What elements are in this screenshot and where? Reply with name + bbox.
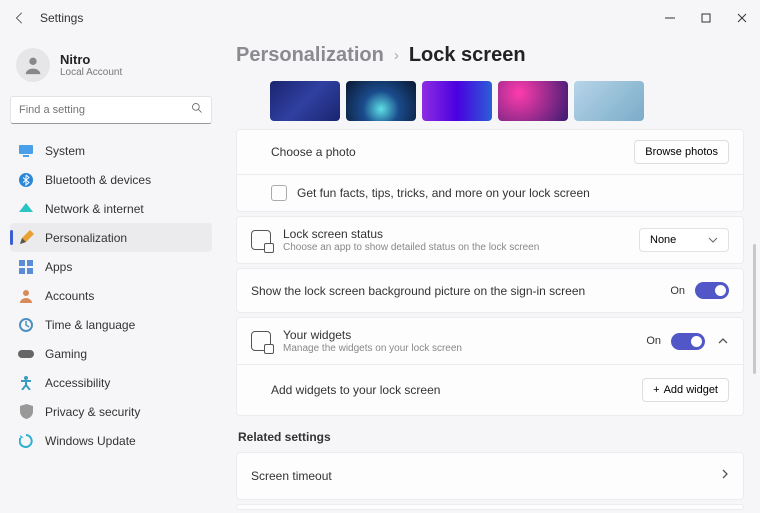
fun-facts-checkbox[interactable] [271,185,287,201]
nav-label: Network & internet [45,202,144,216]
signin-bg-card: Show the lock screen background picture … [236,268,744,313]
add-widget-row: Add widgets to your lock screen +Add wid… [237,364,743,415]
back-button[interactable] [12,10,28,26]
maximize-button[interactable] [688,0,724,36]
nav-label: Accounts [45,289,94,303]
wallpaper-thumb[interactable] [422,81,492,121]
chevron-down-icon [708,237,718,243]
personalize-icon [18,230,34,246]
related-settings-title: Related settings [238,430,744,444]
chevron-up-icon[interactable] [717,332,729,350]
profile-subtitle: Local Account [60,67,122,78]
nav-label: Windows Update [45,434,136,448]
system-icon [18,143,34,159]
search-box[interactable] [10,96,212,124]
nav-label: System [45,144,85,158]
nav-label: Apps [45,260,72,274]
sidebar-item-personalization[interactable]: Personalization [10,223,212,252]
time-icon [18,317,34,333]
lock-status-row[interactable]: Lock screen status Choose an app to show… [237,217,743,263]
nav-list: System Bluetooth & devices Network & int… [10,136,212,455]
sidebar-item-accessibility[interactable]: Accessibility [10,368,212,397]
sidebar-item-network[interactable]: Network & internet [10,194,212,223]
fun-facts-row: Get fun facts, tips, tricks, and more on… [237,174,743,211]
chevron-right-icon [721,467,729,485]
next-card-peek [236,504,744,510]
window-controls [652,0,760,36]
screen-timeout-row[interactable]: Screen timeout [237,453,743,499]
signin-bg-toggle[interactable] [695,282,729,299]
status-icon [251,230,271,250]
search-input[interactable] [19,104,191,116]
avatar [16,48,50,82]
add-widget-button[interactable]: +Add widget [642,378,729,402]
sidebar-item-time[interactable]: Time & language [10,310,212,339]
wallpaper-thumb[interactable] [574,81,644,121]
signin-bg-row: Show the lock screen background picture … [237,269,743,312]
toggle-state: On [670,285,685,297]
sidebar-item-gaming[interactable]: Gaming [10,339,212,368]
screen-timeout-card[interactable]: Screen timeout [236,452,744,500]
wifi-icon [18,201,34,217]
nav-label: Bluetooth & devices [45,173,151,187]
accounts-icon [18,288,34,304]
nav-label: Gaming [45,347,87,361]
choose-photo-row: Choose a photo Browse photos [237,130,743,174]
lock-status-card: Lock screen status Choose an app to show… [236,216,744,264]
profile[interactable]: Nitro Local Account [10,42,212,96]
main-panel: Personalization › Lock screen Choose a p… [222,36,760,513]
lock-status-sub: Choose an app to show detailed status on… [283,242,539,253]
nav-label: Privacy & security [45,405,140,419]
wallpaper-thumb[interactable] [498,81,568,121]
update-icon [18,433,34,449]
apps-icon [18,259,34,275]
breadcrumb-parent[interactable]: Personalization [236,44,384,67]
lock-status-title: Lock screen status [283,227,539,241]
profile-name: Nitro [60,52,122,67]
gaming-icon [18,346,34,362]
widgets-card: Your widgets Manage the widgets on your … [236,317,744,416]
search-icon [191,101,203,119]
sidebar-item-bluetooth[interactable]: Bluetooth & devices [10,165,212,194]
fun-facts-label: Get fun facts, tips, tricks, and more on… [297,186,590,200]
widgets-sub: Manage the widgets on your lock screen [283,343,462,354]
add-widget-label: Add widgets to your lock screen [271,383,440,397]
lock-status-dropdown[interactable]: None [639,228,729,252]
nav-label: Time & language [45,318,135,332]
shield-icon [18,404,34,420]
accessibility-icon [18,375,34,391]
sidebar-item-system[interactable]: System [10,136,212,165]
wallpaper-thumb[interactable] [346,81,416,121]
signin-bg-label: Show the lock screen background picture … [251,284,585,298]
widgets-title: Your widgets [283,328,462,342]
dropdown-value: None [650,234,676,246]
widgets-toggle[interactable] [671,333,705,350]
titlebar: Settings [0,0,760,36]
sidebar: Nitro Local Account System Bluetooth & d… [0,36,222,513]
app-title: Settings [40,11,83,25]
scrollbar[interactable] [753,244,756,374]
close-button[interactable] [724,0,760,36]
sidebar-item-update[interactable]: Windows Update [10,426,212,455]
choose-photo-label: Choose a photo [271,145,356,159]
sidebar-item-apps[interactable]: Apps [10,252,212,281]
widgets-row[interactable]: Your widgets Manage the widgets on your … [237,318,743,364]
widgets-icon [251,331,271,351]
sidebar-item-privacy[interactable]: Privacy & security [10,397,212,426]
browse-photos-button[interactable]: Browse photos [634,140,729,164]
wallpaper-thumb[interactable] [270,81,340,121]
breadcrumb-current: Lock screen [409,44,526,67]
toggle-state: On [646,335,661,347]
photo-card: Choose a photo Browse photos Get fun fac… [236,129,744,212]
sidebar-item-accounts[interactable]: Accounts [10,281,212,310]
wallpaper-thumbs [236,81,744,129]
screen-timeout-label: Screen timeout [251,469,332,483]
nav-label: Personalization [45,231,127,245]
breadcrumb: Personalization › Lock screen [236,44,744,67]
plus-icon: + [653,384,659,396]
chevron-right-icon: › [394,47,399,64]
nav-label: Accessibility [45,376,110,390]
minimize-button[interactable] [652,0,688,36]
bluetooth-icon [18,172,34,188]
